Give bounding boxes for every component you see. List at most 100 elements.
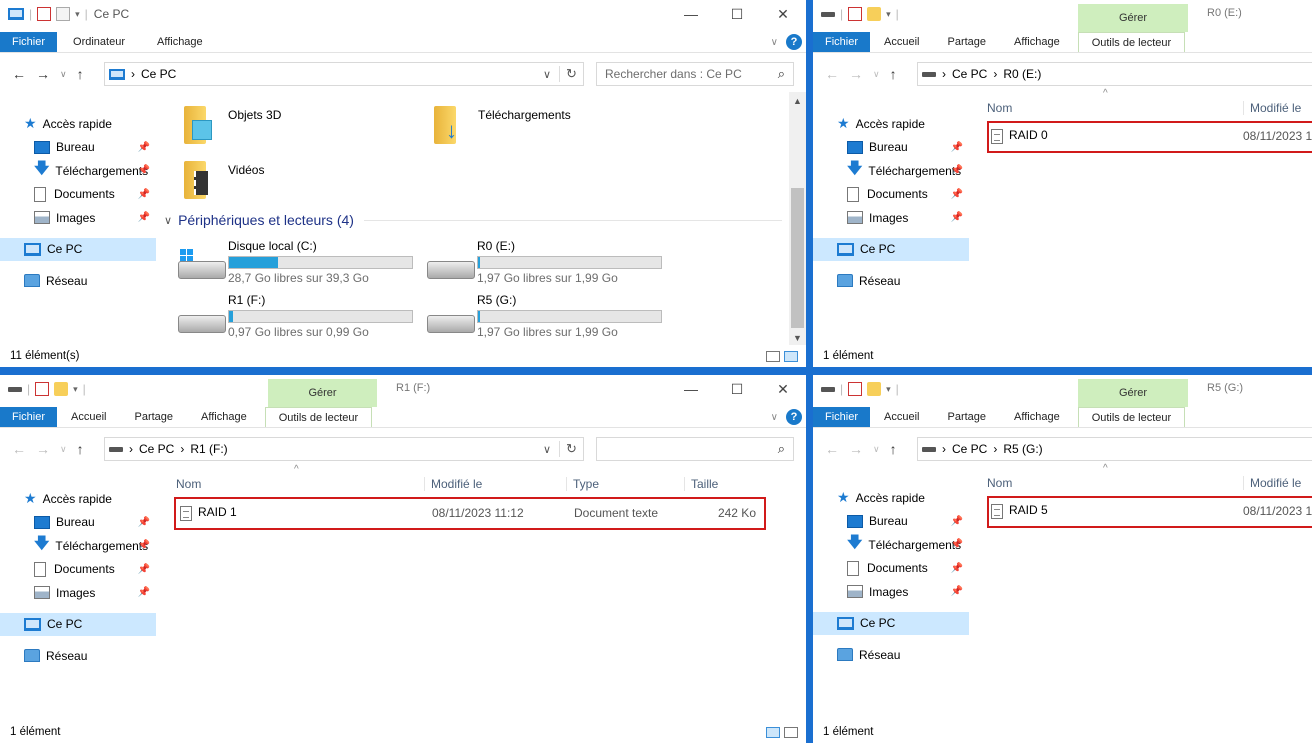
address-bar[interactable]: › Ce PC › R0 (E:) bbox=[917, 62, 1312, 86]
customize-toolbar-icon[interactable]: ▾ bbox=[73, 384, 78, 395]
address-bar[interactable]: › Ce PC › R1 (F:) ∨ ↻ bbox=[104, 437, 584, 461]
search-icon[interactable]: ⌕ bbox=[778, 66, 785, 82]
up-arrow-icon[interactable]: ↑ bbox=[890, 66, 897, 82]
sidebar-item-images[interactable]: Images 📌 bbox=[813, 206, 969, 230]
vertical-scrollbar[interactable]: ▲ ▼ bbox=[789, 92, 806, 345]
sidebar-item-telechargements[interactable]: 🡇 Téléchargements 📌 bbox=[0, 534, 156, 558]
sidebar-item-documents[interactable]: Documents 📌 bbox=[0, 183, 156, 207]
sidebar-item-acces-rapide[interactable]: ★ Accès rapide bbox=[0, 487, 156, 511]
tab-gerer[interactable]: Gérer bbox=[268, 379, 377, 407]
address-dropdown-icon[interactable]: ∨ bbox=[535, 443, 559, 456]
sidebar-item-bureau[interactable]: Bureau 📌 bbox=[813, 136, 969, 160]
customize-toolbar-icon[interactable]: ▾ bbox=[886, 9, 891, 20]
help-icon[interactable]: ? bbox=[786, 409, 802, 425]
folder-videos[interactable]: Vidéos bbox=[184, 161, 264, 199]
tab-outils-de-lecteur[interactable]: Outils de lecteur bbox=[1077, 407, 1186, 427]
recent-locations-icon[interactable]: ∨ bbox=[873, 444, 880, 455]
close-button[interactable]: ✕ bbox=[760, 0, 806, 28]
drive-e[interactable]: R0 (E:) 1,97 Go libres sur 1,99 Go bbox=[427, 239, 662, 285]
help-icon[interactable]: ? bbox=[786, 34, 802, 50]
folder-icon[interactable] bbox=[867, 382, 882, 396]
sidebar-item-telechargements[interactable]: 🡇 Téléchargements 📌 bbox=[0, 159, 156, 183]
properties-icon[interactable] bbox=[848, 7, 863, 21]
column-type[interactable]: Type bbox=[566, 477, 599, 491]
tab-fichier[interactable]: Fichier bbox=[0, 407, 58, 427]
details-view-icon[interactable] bbox=[766, 727, 780, 738]
up-arrow-icon[interactable]: ↑ bbox=[890, 441, 897, 457]
tab-outils-de-lecteur[interactable]: Outils de lecteur bbox=[264, 407, 373, 427]
back-arrow-icon[interactable]: ← bbox=[12, 66, 26, 82]
sidebar-item-reseau[interactable]: Réseau bbox=[813, 643, 969, 667]
recent-locations-icon[interactable]: ∨ bbox=[873, 69, 880, 80]
address-dropdown-icon[interactable]: ∨ bbox=[535, 68, 559, 81]
tab-partage[interactable]: Partage bbox=[933, 32, 1000, 52]
search-box[interactable]: ⌕ bbox=[596, 437, 794, 461]
address-bar[interactable]: › Ce PC ∨ ↻ bbox=[104, 62, 584, 86]
close-button[interactable]: ✕ bbox=[760, 375, 806, 403]
tab-outils-de-lecteur[interactable]: Outils de lecteur bbox=[1077, 32, 1186, 52]
large-icons-view-icon[interactable] bbox=[784, 351, 798, 362]
devices-section-header[interactable]: ∨ Périphériques et lecteurs (4) bbox=[164, 212, 782, 228]
tab-fichier[interactable]: Fichier bbox=[0, 32, 58, 52]
tab-fichier[interactable]: Fichier bbox=[813, 32, 871, 52]
tab-accueil[interactable]: Accueil bbox=[870, 32, 933, 52]
recent-locations-icon[interactable]: ∨ bbox=[60, 444, 67, 455]
expand-ribbon-icon[interactable]: ∨ bbox=[771, 412, 778, 423]
folder-icon[interactable] bbox=[867, 7, 882, 21]
sidebar-item-bureau[interactable]: Bureau 📌 bbox=[0, 136, 156, 160]
tab-ordinateur[interactable]: Ordinateur bbox=[57, 32, 141, 52]
scrollbar-thumb[interactable] bbox=[791, 188, 804, 328]
scroll-up-icon[interactable]: ▲ bbox=[789, 96, 806, 106]
search-box[interactable]: Rechercher dans : Ce PC ⌕ bbox=[596, 62, 794, 86]
back-arrow-icon[interactable]: ← bbox=[825, 441, 839, 457]
details-view-icon[interactable] bbox=[766, 351, 780, 362]
column-modifie[interactable]: Modifié le bbox=[1243, 101, 1301, 115]
back-arrow-icon[interactable]: ← bbox=[12, 441, 26, 457]
column-nom[interactable]: Nom bbox=[987, 101, 1012, 115]
scroll-down-icon[interactable]: ▼ bbox=[789, 333, 806, 343]
drive-f[interactable]: R1 (F:) 0,97 Go libres sur 0,99 Go bbox=[178, 293, 413, 339]
sidebar-item-reseau[interactable]: Réseau bbox=[0, 644, 156, 668]
column-modifie[interactable]: Modifié le bbox=[1243, 476, 1301, 490]
up-arrow-icon[interactable]: ↑ bbox=[77, 441, 84, 457]
customize-toolbar-icon[interactable]: ▾ bbox=[886, 384, 891, 395]
tab-affichage[interactable]: Affichage bbox=[1000, 407, 1074, 427]
search-icon[interactable]: ⌕ bbox=[778, 441, 785, 457]
forward-arrow-icon[interactable]: → bbox=[849, 441, 863, 457]
minimize-button[interactable]: — bbox=[668, 375, 714, 403]
sidebar-item-acces-rapide[interactable]: ★ Accès rapide bbox=[0, 112, 156, 136]
back-arrow-icon[interactable]: ← bbox=[825, 66, 839, 82]
sidebar-item-telechargements[interactable]: 🡇 Téléchargements 📌 bbox=[813, 159, 969, 183]
new-folder-icon[interactable] bbox=[56, 7, 71, 21]
column-nom[interactable]: Nom bbox=[176, 477, 201, 491]
breadcrumb-ce-pc[interactable]: Ce PC bbox=[952, 442, 987, 456]
sidebar-item-ce-pc[interactable]: Ce PC bbox=[0, 237, 156, 261]
sidebar-item-documents[interactable]: Documents 📌 bbox=[813, 557, 969, 581]
folder-icon[interactable] bbox=[54, 382, 69, 396]
column-taille[interactable]: Taille bbox=[684, 477, 718, 491]
sidebar-item-reseau[interactable]: Réseau bbox=[813, 269, 969, 293]
sidebar-item-images[interactable]: Images 📌 bbox=[0, 206, 156, 230]
sidebar-item-images[interactable]: Images 📌 bbox=[813, 580, 969, 604]
customize-toolbar-icon[interactable]: ▾ bbox=[75, 9, 80, 20]
breadcrumb-ce-pc[interactable]: Ce PC bbox=[952, 67, 987, 81]
drive-g[interactable]: R5 (G:) 1,97 Go libres sur 1,99 Go bbox=[427, 293, 662, 339]
refresh-icon[interactable]: ↻ bbox=[559, 66, 583, 82]
column-nom[interactable]: Nom bbox=[987, 476, 1012, 490]
breadcrumb-drive[interactable]: R0 (E:) bbox=[1003, 67, 1041, 81]
minimize-button[interactable]: — bbox=[668, 0, 714, 28]
sidebar-item-acces-rapide[interactable]: ★ Accès rapide bbox=[813, 112, 969, 136]
expand-ribbon-icon[interactable]: ∨ bbox=[771, 37, 778, 48]
refresh-icon[interactable]: ↻ bbox=[559, 441, 583, 457]
forward-arrow-icon[interactable]: → bbox=[36, 441, 50, 457]
sidebar-item-reseau[interactable]: Réseau bbox=[0, 269, 156, 293]
tab-fichier[interactable]: Fichier bbox=[813, 407, 871, 427]
tab-affichage[interactable]: Affichage bbox=[187, 407, 261, 427]
maximize-button[interactable]: ☐ bbox=[714, 0, 760, 28]
tab-affichage[interactable]: Affichage bbox=[141, 32, 219, 52]
forward-arrow-icon[interactable]: → bbox=[36, 66, 50, 82]
properties-icon[interactable] bbox=[35, 382, 50, 396]
tab-accueil[interactable]: Accueil bbox=[57, 407, 120, 427]
up-arrow-icon[interactable]: ↑ bbox=[77, 66, 84, 82]
properties-icon[interactable] bbox=[37, 7, 52, 21]
